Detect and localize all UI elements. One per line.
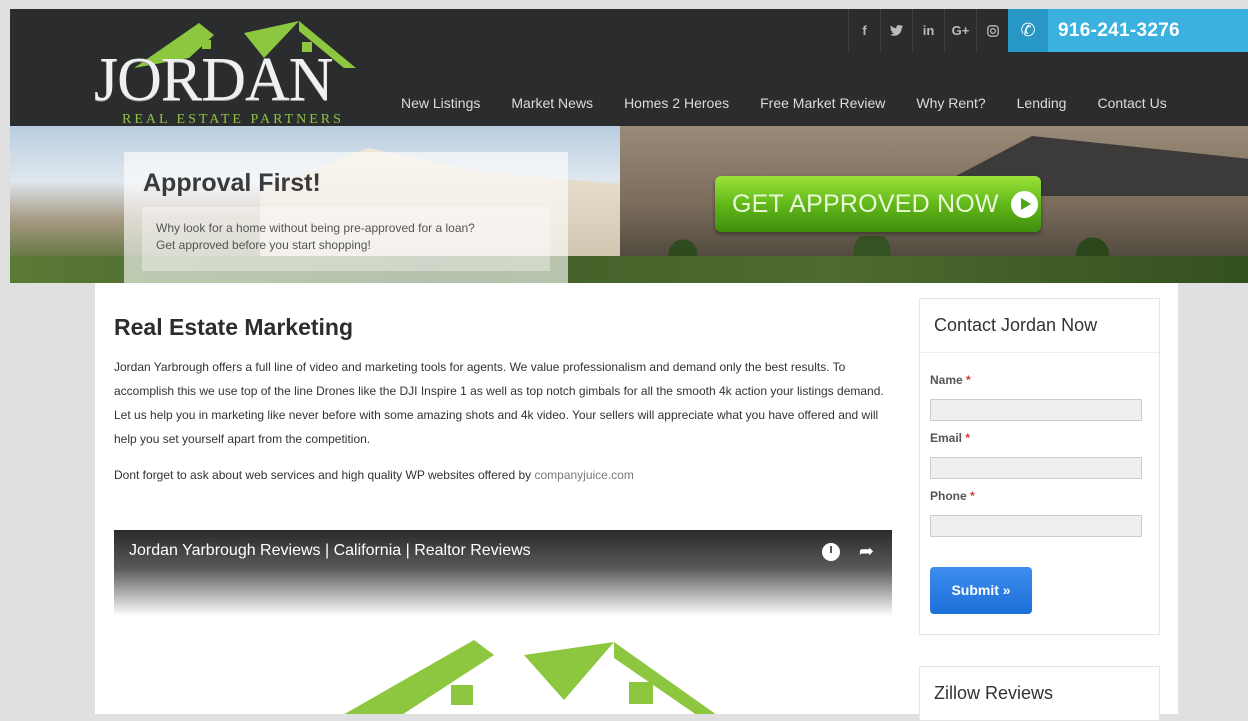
linkedin-icon[interactable]: in: [912, 9, 944, 52]
required-mark: *: [965, 431, 971, 445]
phone-label: Phone *: [930, 489, 1149, 503]
main-content: Real Estate Marketing Jordan Yarbrough o…: [95, 283, 1178, 721]
name-field[interactable]: [930, 399, 1142, 421]
phone-icon: ✆: [1008, 9, 1048, 52]
email-field[interactable]: [930, 457, 1142, 479]
required-mark: *: [970, 489, 975, 503]
social-bar: f in G+ ✆ 916-241-3276: [848, 9, 1248, 52]
logo-wordmark: JORDAN: [94, 46, 334, 114]
instagram-icon[interactable]: [976, 9, 1008, 52]
approval-line-2: Get approved before you start shopping!: [156, 238, 371, 252]
article-title: Real Estate Marketing: [114, 314, 354, 340]
companyjuice-link[interactable]: companyjuice.com: [534, 468, 633, 482]
site-logo[interactable]: JORDAN REAL ESTATE PARTNERS: [94, 13, 356, 129]
approval-title: Approval First!: [143, 169, 321, 197]
approval-line-1: Why look for a home without being pre-ap…: [156, 221, 475, 235]
article-note: Dont forget to ask about web services an…: [114, 463, 894, 487]
video-player[interactable]: Jordan Yarbrough Reviews | California | …: [114, 530, 892, 714]
share-icon[interactable]: ➦: [859, 541, 874, 562]
nav-homes-2-heroes[interactable]: Homes 2 Heroes: [624, 95, 729, 111]
approval-panel: Approval First! Why look for a home with…: [124, 152, 568, 283]
email-label-text: Email: [930, 431, 963, 445]
nav-contact-us[interactable]: Contact Us: [1097, 95, 1166, 111]
watch-later-icon[interactable]: [822, 543, 840, 561]
zillow-card: Zillow Reviews: [919, 666, 1160, 721]
zillow-title: Zillow Reviews: [934, 683, 1054, 703]
name-label-text: Name: [930, 373, 963, 387]
submit-button[interactable]: Submit »: [930, 567, 1032, 614]
contact-title: Contact Jordan Now: [920, 299, 1159, 353]
phone-number: 916-241-3276: [1058, 19, 1180, 41]
article: Real Estate Marketing Jordan Yarbrough o…: [114, 314, 894, 487]
main-nav: New Listings Market News Homes 2 Heroes …: [401, 95, 1198, 111]
google-plus-icon[interactable]: G+: [944, 9, 976, 52]
approval-text: Why look for a home without being pre-ap…: [142, 207, 550, 271]
email-label: Email *: [930, 431, 1149, 445]
contact-card: Contact Jordan Now Name * Email * Phone …: [919, 298, 1160, 635]
twitter-icon[interactable]: [880, 9, 912, 52]
video-title[interactable]: Jordan Yarbrough Reviews | California | …: [129, 542, 531, 560]
facebook-icon[interactable]: f: [848, 9, 880, 52]
video-logo-thumbnail: [344, 640, 716, 714]
get-approved-button[interactable]: GET APPROVED NOW: [715, 176, 1041, 232]
article-note-text: Dont forget to ask about web services an…: [114, 468, 535, 482]
nav-lending[interactable]: Lending: [1017, 95, 1067, 111]
phone-label-text: Phone: [930, 489, 967, 503]
required-mark: *: [966, 373, 971, 387]
get-approved-label: GET APPROVED NOW: [732, 189, 999, 218]
contact-form: Name * Email * Phone * Submit »: [920, 353, 1159, 634]
nav-why-rent[interactable]: Why Rent?: [916, 95, 985, 111]
article-paragraph: Jordan Yarbrough offers a full line of v…: [114, 360, 884, 446]
name-label: Name *: [930, 373, 1149, 387]
nav-new-listings[interactable]: New Listings: [401, 95, 480, 111]
phone-field[interactable]: [930, 515, 1142, 537]
nav-market-news[interactable]: Market News: [511, 95, 593, 111]
phone-cta[interactable]: ✆ 916-241-3276: [1008, 9, 1248, 52]
nav-free-market-review[interactable]: Free Market Review: [760, 95, 885, 111]
sidebar: Contact Jordan Now Name * Email * Phone …: [919, 298, 1160, 721]
site-header: JORDAN REAL ESTATE PARTNERS f in G+ ✆ 91…: [10, 9, 1248, 129]
play-icon: [1010, 190, 1038, 218]
